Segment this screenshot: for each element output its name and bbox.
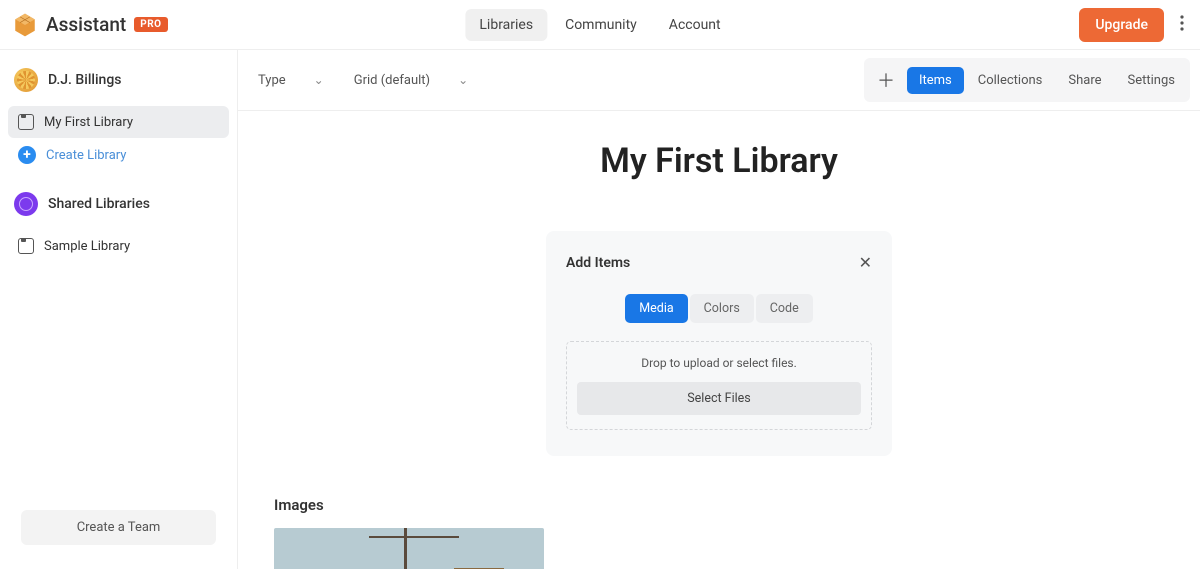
- create-library-label: Create Library: [46, 148, 126, 163]
- add-items-title: Add Items: [566, 255, 630, 271]
- tab-colors[interactable]: Colors: [690, 294, 754, 323]
- drop-text: Drop to upload or select files.: [577, 356, 861, 370]
- images-heading: Images: [274, 496, 1164, 514]
- top-nav: Libraries Community Account: [465, 9, 734, 41]
- kebab-icon: [1180, 20, 1184, 35]
- toolbar-right: ＋ Items Collections Share Settings: [864, 58, 1190, 102]
- sidebar-item-label: Sample Library: [44, 239, 130, 254]
- plus-icon: ＋: [877, 71, 895, 92]
- more-menu-button[interactable]: [1176, 11, 1188, 39]
- sort-label: Grid (default): [354, 73, 430, 88]
- main-content: Type ⌄ Grid (default) ⌄ ＋ Items Collecti…: [238, 50, 1200, 569]
- view-tab-collections[interactable]: Collections: [966, 67, 1055, 94]
- shared-libraries-row[interactable]: Shared Libraries: [8, 172, 229, 230]
- view-tab-items[interactable]: Items: [907, 67, 964, 94]
- user-row[interactable]: D.J. Billings: [8, 62, 229, 106]
- chevron-down-icon: ⌄: [314, 73, 324, 87]
- file-dropzone[interactable]: Drop to upload or select files. Select F…: [566, 341, 872, 430]
- sidebar-item-my-first-library[interactable]: My First Library: [8, 106, 229, 138]
- create-library-button[interactable]: + Create Library: [8, 138, 229, 172]
- create-team-button[interactable]: Create a Team: [21, 510, 216, 545]
- sidebar-item-sample-library[interactable]: Sample Library: [8, 230, 229, 262]
- tab-code[interactable]: Code: [756, 294, 813, 323]
- nav-libraries[interactable]: Libraries: [465, 9, 547, 41]
- library-icon: [18, 238, 34, 254]
- media-type-tabs: Media Colors Code: [566, 294, 872, 323]
- view-tab-settings[interactable]: Settings: [1116, 67, 1187, 94]
- sidebar: D.J. Billings My First Library + Create …: [0, 50, 238, 569]
- pro-badge: PRO: [134, 17, 167, 32]
- image-thumbnail[interactable]: [274, 528, 544, 569]
- type-dropdown[interactable]: Type ⌄: [248, 67, 334, 94]
- library-icon: [18, 114, 34, 130]
- top-bar: Assistant PRO Libraries Community Accoun…: [0, 0, 1200, 50]
- shared-icon: [14, 192, 38, 216]
- select-files-button[interactable]: Select Files: [577, 382, 861, 415]
- page-title: My First Library: [274, 141, 1164, 181]
- toolbar: Type ⌄ Grid (default) ⌄ ＋ Items Collecti…: [238, 50, 1200, 111]
- add-items-panel: Add Items ✕ Media Colors Code Drop to up…: [546, 231, 892, 456]
- nav-community[interactable]: Community: [551, 9, 651, 41]
- shared-libraries-label: Shared Libraries: [48, 196, 150, 212]
- close-button[interactable]: ✕: [859, 253, 872, 272]
- app-logo-icon: [12, 12, 38, 38]
- user-name: D.J. Billings: [48, 72, 121, 88]
- sort-dropdown[interactable]: Grid (default) ⌄: [344, 67, 478, 94]
- sidebar-item-label: My First Library: [44, 115, 133, 130]
- logo-group: Assistant PRO: [12, 12, 168, 38]
- type-label: Type: [258, 73, 286, 88]
- add-item-button[interactable]: ＋: [867, 61, 905, 99]
- view-tab-share[interactable]: Share: [1056, 67, 1113, 94]
- close-icon: ✕: [859, 253, 872, 272]
- tab-media[interactable]: Media: [625, 294, 687, 323]
- avatar: [14, 68, 38, 92]
- topbar-right: Upgrade: [1079, 8, 1188, 42]
- nav-account[interactable]: Account: [655, 9, 735, 41]
- plus-circle-icon: +: [18, 146, 36, 164]
- app-name: Assistant: [46, 13, 126, 36]
- chevron-down-icon: ⌄: [458, 73, 468, 87]
- upgrade-button[interactable]: Upgrade: [1079, 8, 1164, 42]
